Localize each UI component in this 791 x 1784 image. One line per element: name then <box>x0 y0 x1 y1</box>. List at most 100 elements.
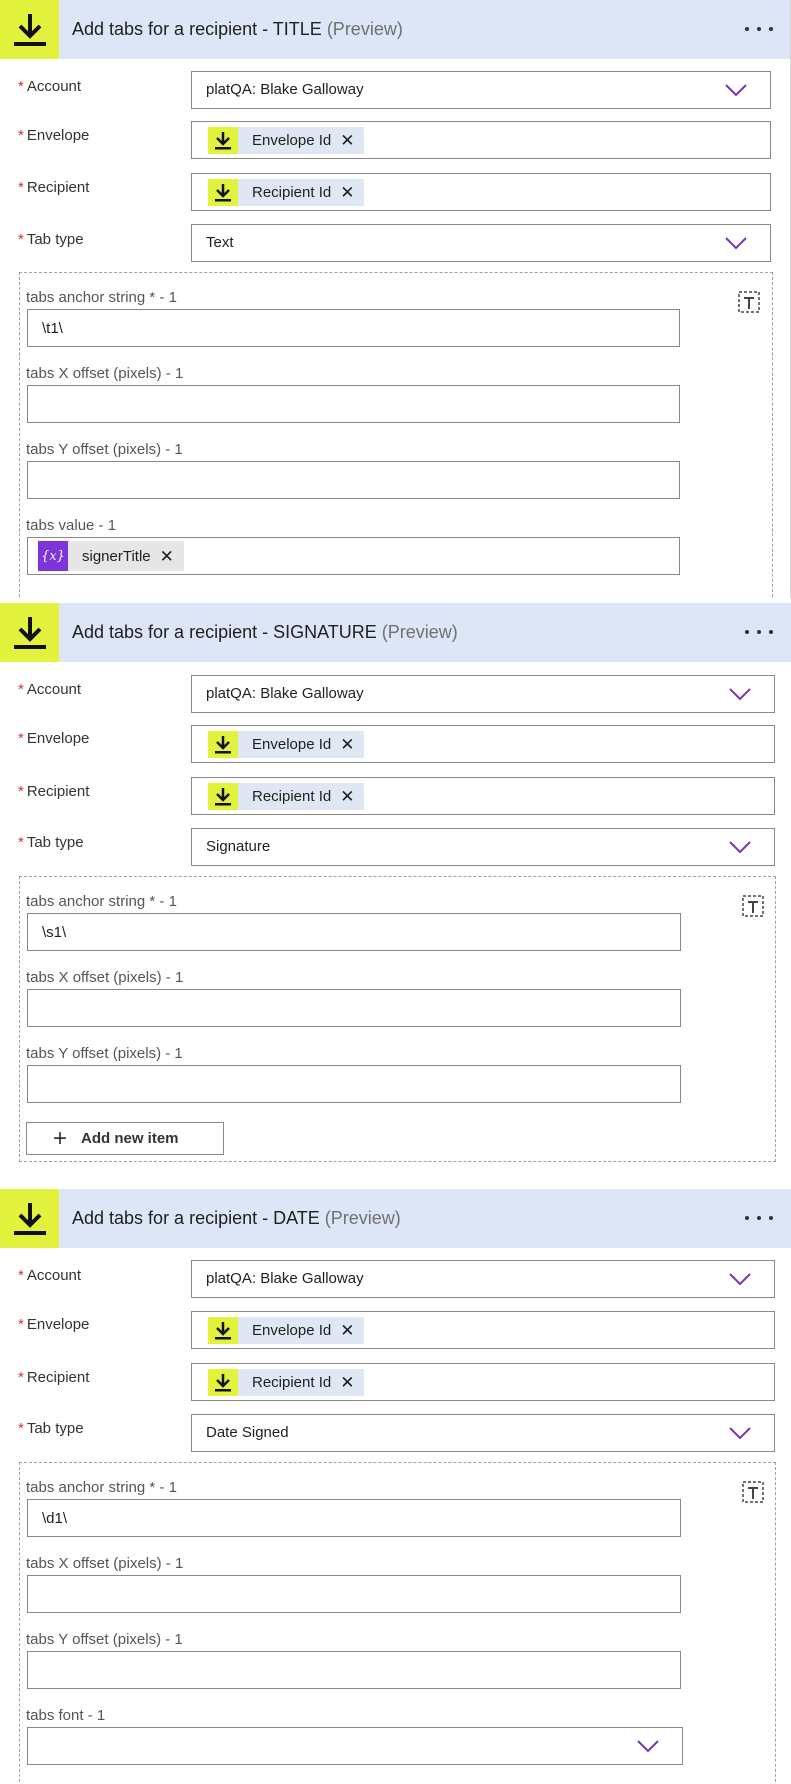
download-arrow-icon <box>208 179 238 206</box>
action-card-date: Add tabs for a recipient - DATE (Preview… <box>0 1189 791 1784</box>
x-offset-input[interactable] <box>27 989 681 1027</box>
action-card-signature: Add tabs for a recipient - SIGNATURE (Pr… <box>0 603 791 1178</box>
y-offset-label: tabs Y offset (pixels) - 1 <box>26 441 183 458</box>
chevron-down-icon <box>725 84 747 97</box>
close-icon[interactable]: ✕ <box>340 184 354 201</box>
tab-type-dropdown[interactable]: Text <box>191 224 771 262</box>
delete-item-icon[interactable] <box>740 893 766 919</box>
preview-badge: (Preview) <box>381 622 458 642</box>
x-offset-label: tabs X offset (pixels) - 1 <box>26 1555 184 1572</box>
card-title-text: Add tabs for a recipient - TITLE <box>72 19 322 39</box>
more-options-icon[interactable] <box>741 1206 777 1230</box>
card-title: Add tabs for a recipient - SIGNATURE (Pr… <box>72 603 458 662</box>
download-arrow-icon <box>0 1189 59 1248</box>
add-new-item-label: Add new item <box>81 1130 179 1147</box>
delete-item-icon[interactable] <box>740 1479 766 1505</box>
recipient-field[interactable]: Recipient Id ✕ <box>191 777 775 815</box>
plus-icon: + <box>53 1124 68 1152</box>
delete-item-icon[interactable] <box>736 289 762 315</box>
x-offset-input[interactable] <box>27 385 680 423</box>
tab-type-label: * Tab type <box>18 1420 84 1437</box>
recipient-field[interactable]: Recipient Id ✕ <box>191 173 771 211</box>
tab-type-dropdown[interactable]: Signature <box>191 828 775 866</box>
download-arrow-icon <box>0 603 59 662</box>
card-header[interactable]: Add tabs for a recipient - DATE (Preview… <box>0 1189 791 1248</box>
recipient-field[interactable]: Recipient Id ✕ <box>191 1363 775 1401</box>
variable-icon: {x} <box>38 541 68 571</box>
recipient-id-token: Recipient Id ✕ <box>208 783 365 810</box>
close-icon[interactable]: ✕ <box>340 788 354 805</box>
x-offset-label: tabs X offset (pixels) - 1 <box>26 969 184 986</box>
card-title: Add tabs for a recipient - TITLE (Previe… <box>72 0 403 59</box>
download-arrow-icon <box>208 1317 238 1344</box>
close-icon[interactable]: ✕ <box>340 1322 354 1339</box>
account-dropdown[interactable]: platQA: Blake Galloway <box>191 675 775 713</box>
anchor-string-input[interactable] <box>27 1499 681 1537</box>
download-arrow-icon <box>208 1369 238 1396</box>
anchor-string-label: tabs anchor string * - 1 <box>26 893 177 910</box>
account-value: platQA: Blake Galloway <box>206 81 364 98</box>
tabs-array-item: tabs anchor string * - 1 tabs X offset (… <box>19 1462 776 1784</box>
preview-badge: (Preview) <box>326 19 403 39</box>
tab-type-label: * Tab type <box>18 231 84 248</box>
x-offset-input[interactable] <box>27 1575 681 1613</box>
envelope-field[interactable]: Envelope Id ✕ <box>191 725 775 763</box>
chevron-down-icon <box>729 1273 751 1286</box>
card-title-text: Add tabs for a recipient - DATE <box>72 1208 320 1228</box>
tabs-value-label: tabs value - 1 <box>26 517 117 534</box>
anchor-string-label: tabs anchor string * - 1 <box>26 289 177 306</box>
tabs-array-item: tabs anchor string * - 1 tabs X offset (… <box>19 272 773 598</box>
envelope-field[interactable]: Envelope Id ✕ <box>191 121 771 159</box>
y-offset-input[interactable] <box>27 1651 681 1689</box>
close-icon[interactable]: ✕ <box>340 132 354 149</box>
tab-type-dropdown[interactable]: Date Signed <box>191 1414 775 1452</box>
account-dropdown[interactable]: platQA: Blake Galloway <box>191 1260 775 1298</box>
account-dropdown[interactable]: platQA: Blake Galloway <box>191 71 771 109</box>
y-offset-input[interactable] <box>27 461 680 499</box>
more-options-icon[interactable] <box>741 17 777 41</box>
recipient-label: * Recipient <box>18 1369 90 1386</box>
envelope-label: * Envelope <box>18 127 90 144</box>
chevron-down-icon <box>637 1740 659 1753</box>
envelope-id-token: Envelope Id ✕ <box>208 731 365 758</box>
token-label: signerTitle <box>82 547 151 565</box>
tab-type-value: Signature <box>206 838 271 855</box>
recipient-id-token: Recipient Id ✕ <box>208 179 365 206</box>
recipient-label: * Recipient <box>18 783 90 800</box>
token-label: Envelope Id <box>252 132 332 149</box>
card-header[interactable]: Add tabs for a recipient - TITLE (Previe… <box>0 0 790 59</box>
tabs-value-field[interactable]: {x} signerTitle ✕ <box>27 537 680 575</box>
chevron-down-icon <box>725 237 747 250</box>
envelope-label: * Envelope <box>18 730 90 747</box>
token-label: Envelope Id <box>252 736 332 753</box>
close-icon[interactable]: ✕ <box>340 736 354 753</box>
anchor-string-input[interactable] <box>27 913 681 951</box>
close-icon[interactable]: ✕ <box>160 548 174 565</box>
chevron-down-icon <box>729 688 751 701</box>
add-new-item-button[interactable]: + Add new item <box>26 1122 224 1155</box>
anchor-string-input[interactable] <box>27 309 680 347</box>
y-offset-input[interactable] <box>27 1065 681 1103</box>
download-arrow-icon <box>208 731 238 758</box>
token-label: Envelope Id <box>252 1322 332 1339</box>
token-label: Recipient Id <box>252 184 332 201</box>
x-offset-label: tabs X offset (pixels) - 1 <box>26 365 184 382</box>
download-arrow-icon <box>0 0 59 59</box>
y-offset-label: tabs Y offset (pixels) - 1 <box>26 1045 183 1062</box>
download-arrow-icon <box>208 783 238 810</box>
chevron-down-icon <box>729 1427 751 1440</box>
tabs-font-dropdown[interactable] <box>27 1727 683 1765</box>
tab-type-label: * Tab type <box>18 834 84 851</box>
tabs-array-item: tabs anchor string * - 1 tabs X offset (… <box>19 876 776 1162</box>
envelope-field[interactable]: Envelope Id ✕ <box>191 1311 775 1349</box>
envelope-label: * Envelope <box>18 1316 90 1333</box>
card-title-text: Add tabs for a recipient - SIGNATURE <box>72 622 377 642</box>
card-header[interactable]: Add tabs for a recipient - SIGNATURE (Pr… <box>0 603 791 662</box>
close-icon[interactable]: ✕ <box>340 1374 354 1391</box>
recipient-id-token: Recipient Id ✕ <box>208 1369 365 1396</box>
chevron-down-icon <box>729 841 751 854</box>
preview-badge: (Preview) <box>324 1208 401 1228</box>
card-title: Add tabs for a recipient - DATE (Preview… <box>72 1189 401 1248</box>
more-options-icon[interactable] <box>741 620 777 644</box>
tab-type-value: Text <box>206 234 234 251</box>
